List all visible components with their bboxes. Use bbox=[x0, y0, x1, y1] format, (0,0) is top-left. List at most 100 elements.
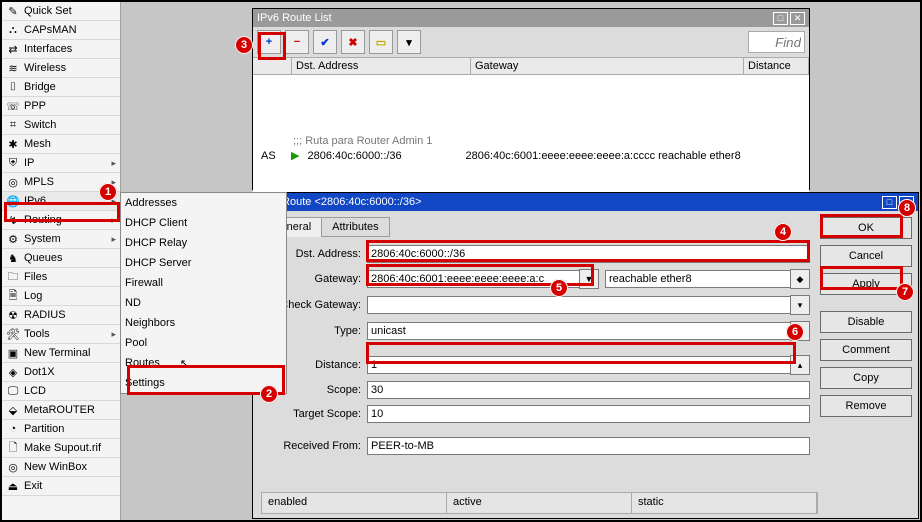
menu-interfaces[interactable]: ⇄Interfaces bbox=[2, 40, 120, 59]
cursor-icon: ↖ bbox=[180, 357, 189, 370]
tools-icon: 🛠 bbox=[6, 327, 20, 341]
submenu-neighbors[interactable]: Neighbors bbox=[121, 313, 286, 333]
menu-queues[interactable]: ♞Queues bbox=[2, 249, 120, 268]
remove-button[interactable]: Remove bbox=[820, 395, 912, 417]
chevron-right-icon: ▸ bbox=[111, 158, 116, 169]
route-flags: AS bbox=[257, 148, 287, 164]
col-dist[interactable]: Distance bbox=[744, 58, 809, 74]
menu-newwinbox[interactable]: ◎New WinBox bbox=[2, 458, 120, 477]
input-distance[interactable] bbox=[367, 356, 791, 374]
submenu-pool[interactable]: Pool bbox=[121, 333, 286, 353]
menu-lcd[interactable]: 🖵LCD bbox=[2, 382, 120, 401]
route-dst: 2806:40c:6000::/36 bbox=[303, 148, 461, 164]
disable-button[interactable]: ✖ bbox=[341, 30, 365, 54]
callout-6: 6 bbox=[786, 323, 804, 341]
menu-wireless[interactable]: ≋Wireless bbox=[2, 59, 120, 78]
input-gw[interactable] bbox=[367, 270, 580, 288]
bridge-icon: ⌷ bbox=[6, 80, 20, 94]
close-icon[interactable]: ✕ bbox=[790, 12, 805, 25]
input-dst[interactable] bbox=[367, 245, 810, 263]
add-button[interactable]: + bbox=[257, 30, 281, 54]
callout-8: 8 bbox=[898, 199, 916, 217]
menu-supout[interactable]: 🗋Make Supout.rif bbox=[2, 439, 120, 458]
col-gw[interactable]: Gateway bbox=[471, 58, 744, 74]
remove-button[interactable]: − bbox=[285, 30, 309, 54]
copy-button[interactable]: Copy bbox=[820, 367, 912, 389]
route-gw: 2806:40c:6001:eeee:eeee:eeee:a:cccc reac… bbox=[461, 148, 744, 164]
menu-log[interactable]: 🗎Log bbox=[2, 287, 120, 306]
label-tscope: Target Scope: bbox=[261, 408, 361, 420]
submenu-dhcp-relay[interactable]: DHCP Relay bbox=[121, 233, 286, 253]
maximize-icon[interactable]: □ bbox=[773, 12, 788, 25]
submenu-firewall[interactable]: Firewall bbox=[121, 273, 286, 293]
menu-radius[interactable]: ☢RADIUS bbox=[2, 306, 120, 325]
chevron-right-icon: ▸ bbox=[111, 215, 116, 226]
callout-1: 1 bbox=[99, 183, 117, 201]
files-icon: 🗀 bbox=[6, 270, 20, 284]
titlebar[interactable]: IPv6 Route <2806:40c:6000::/36> □ ✕ bbox=[253, 193, 918, 211]
chevron-right-icon: ▸ bbox=[111, 234, 116, 245]
callout-3: 3 bbox=[235, 36, 253, 54]
callout-7: 7 bbox=[896, 283, 914, 301]
menu-switch[interactable]: ⌗Switch bbox=[2, 116, 120, 135]
menu-terminal[interactable]: ▣New Terminal bbox=[2, 344, 120, 363]
wand-icon: ✎ bbox=[6, 4, 20, 18]
chk-dropdown[interactable]: ▾ bbox=[790, 295, 810, 315]
ipv6-icon: 🌐 bbox=[6, 194, 20, 208]
maximize-icon[interactable]: □ bbox=[882, 196, 897, 209]
comment-button[interactable]: ▭ bbox=[369, 30, 393, 54]
wireless-icon: ≋ bbox=[6, 61, 20, 75]
menu-tools[interactable]: 🛠Tools▸ bbox=[2, 325, 120, 344]
play-icon: ▶ bbox=[287, 147, 303, 164]
menu-routing[interactable]: ↯Routing▸ bbox=[2, 211, 120, 230]
menu-ppp[interactable]: ☏PPP bbox=[2, 97, 120, 116]
menu-partition[interactable]: ◔Partition bbox=[2, 420, 120, 439]
partition-icon: ◔ bbox=[6, 422, 20, 436]
menu-bridge[interactable]: ⌷Bridge bbox=[2, 78, 120, 97]
input-scope[interactable] bbox=[367, 381, 810, 399]
col-dst[interactable]: Dst. Address bbox=[292, 58, 471, 74]
submenu-routes[interactable]: Routes↖ bbox=[121, 353, 286, 373]
ipv6-route-list-window: IPv6 Route List □ ✕ + − ✔ ✖ ▭ ▾ Dst. Add… bbox=[252, 8, 810, 190]
submenu-dhcp-server[interactable]: DHCP Server bbox=[121, 253, 286, 273]
menu-exit[interactable]: ⏏Exit bbox=[2, 477, 120, 496]
input-tscope[interactable] bbox=[367, 405, 810, 423]
cancel-button[interactable]: Cancel bbox=[820, 245, 912, 267]
submenu-nd[interactable]: ND bbox=[121, 293, 286, 313]
metarouter-icon: ⬙ bbox=[6, 403, 20, 417]
dist-up[interactable]: ▴ bbox=[790, 355, 810, 375]
disable-button[interactable]: Disable bbox=[820, 311, 912, 333]
callout-2: 2 bbox=[260, 385, 278, 403]
winbox-app: ✎Quick Set ⛬CAPsMAN ⇄Interfaces ≋Wireles… bbox=[0, 0, 922, 522]
toolbar: + − ✔ ✖ ▭ ▾ bbox=[253, 27, 809, 57]
menu-capsman[interactable]: ⛬CAPsMAN bbox=[2, 21, 120, 40]
ok-button[interactable]: OK bbox=[820, 217, 912, 239]
gw-updown[interactable]: ◆ bbox=[790, 269, 810, 289]
ipv6-route-detail-window: IPv6 Route <2806:40c:6000::/36> □ ✕ Gene… bbox=[252, 192, 919, 519]
tab-attributes[interactable]: Attributes bbox=[321, 217, 389, 237]
route-comment: ;;; Ruta para Router Admin 1 bbox=[253, 135, 809, 147]
comment-button[interactable]: Comment bbox=[820, 339, 912, 361]
route-row[interactable]: AS ▶ 2806:40c:6000::/36 2806:40c:6001:ee… bbox=[253, 147, 809, 164]
filter-button[interactable]: ▾ bbox=[397, 30, 421, 54]
ipv6-submenu: Addresses DHCP Client DHCP Relay DHCP Se… bbox=[120, 192, 287, 394]
ip-icon: ⛨ bbox=[6, 156, 20, 170]
menu-files[interactable]: 🗀Files bbox=[2, 268, 120, 287]
callout-4: 4 bbox=[774, 223, 792, 241]
ppp-icon: ☏ bbox=[6, 99, 20, 113]
submenu-addresses[interactable]: Addresses bbox=[121, 193, 286, 213]
menu-system[interactable]: ⚙System▸ bbox=[2, 230, 120, 249]
gw-dropdown[interactable]: ▼ bbox=[579, 269, 599, 289]
input-chk[interactable] bbox=[367, 296, 791, 314]
enable-button[interactable]: ✔ bbox=[313, 30, 337, 54]
menu-metarouter[interactable]: ⬙MetaROUTER bbox=[2, 401, 120, 420]
form: General Attributes Dst. Address: Gateway… bbox=[253, 211, 814, 518]
input-type[interactable] bbox=[367, 322, 791, 340]
menu-mesh[interactable]: ✱Mesh bbox=[2, 135, 120, 154]
find-input[interactable] bbox=[748, 31, 805, 53]
menu-ip[interactable]: ⛨IP▸ bbox=[2, 154, 120, 173]
submenu-dhcp-client[interactable]: DHCP Client bbox=[121, 213, 286, 233]
titlebar[interactable]: IPv6 Route List □ ✕ bbox=[253, 9, 809, 27]
menu-quickset[interactable]: ✎Quick Set bbox=[2, 2, 120, 21]
menu-dot1x[interactable]: ◈Dot1X bbox=[2, 363, 120, 382]
